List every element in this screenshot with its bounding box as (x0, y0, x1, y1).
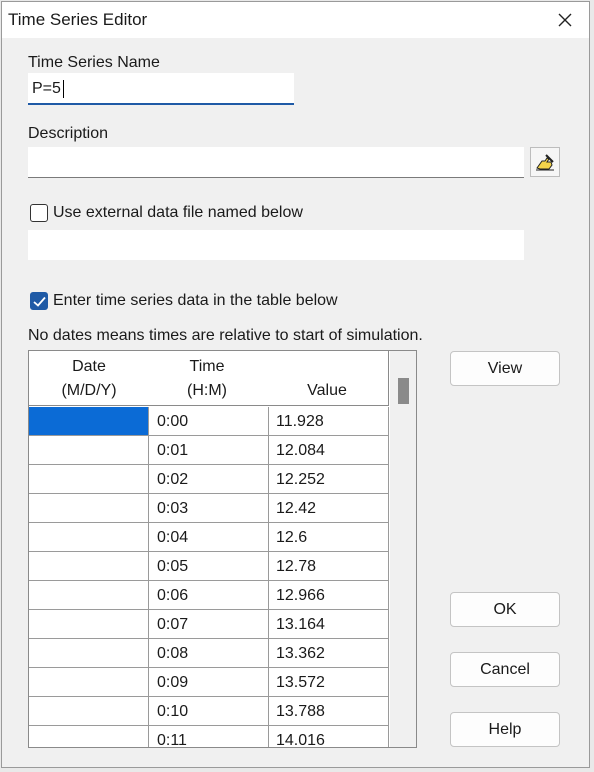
date-cell[interactable] (29, 494, 149, 522)
date-cell[interactable] (29, 552, 149, 580)
hand-pencil-icon (536, 154, 554, 171)
value-cell[interactable]: 12.78 (269, 552, 389, 580)
time-column-header: Time (H:M) (187, 358, 227, 399)
close-button[interactable] (541, 2, 589, 38)
date-cell[interactable] (29, 465, 149, 493)
table-row[interactable]: 0:03 12.42 (29, 494, 389, 523)
description-label: Description (28, 125, 109, 142)
time-series-editor-dialog: Time Series Editor Time Series Name P=5 … (1, 1, 590, 768)
time-cell[interactable]: 0:09 (149, 668, 269, 696)
table-row[interactable]: 0:11 14.016 (29, 726, 389, 747)
date-cell[interactable] (29, 668, 149, 696)
time-cell[interactable]: 0:07 (149, 610, 269, 638)
description-input[interactable] (28, 147, 524, 178)
value-cell[interactable]: 13.164 (269, 610, 389, 638)
table-row[interactable]: 0:02 12.252 (29, 465, 389, 494)
table-vertical-scrollbar[interactable] (390, 351, 416, 747)
value-cell[interactable]: 13.788 (269, 697, 389, 725)
table-header: Date (M/D/Y) Time (H:M) Value (29, 351, 389, 406)
name-label: Time Series Name (28, 54, 160, 71)
checkmark-icon (32, 296, 46, 307)
value-cell[interactable]: 12.966 (269, 581, 389, 609)
date-cell[interactable] (29, 639, 149, 667)
close-icon (558, 13, 572, 27)
table-row[interactable]: 0:00 11.928 (29, 407, 389, 436)
time-cell[interactable]: 0:02 (149, 465, 269, 493)
table-rows: 0:00 11.928 0:01 12.084 0:02 12.252 0:03 12.… (29, 407, 389, 747)
date-cell[interactable] (29, 610, 149, 638)
table-mode-checkbox[interactable] (30, 292, 48, 310)
time-cell[interactable]: 0:04 (149, 523, 269, 551)
time-cell[interactable]: 0:11 (149, 726, 269, 747)
name-input[interactable]: P=5 (28, 73, 294, 105)
date-cell[interactable] (29, 697, 149, 725)
table-row[interactable]: 0:05 12.78 (29, 552, 389, 581)
date-cell[interactable] (29, 581, 149, 609)
time-series-table[interactable]: Date (M/D/Y) Time (H:M) Value 0:00 11.928… (28, 350, 417, 748)
time-cell[interactable]: 0:00 (149, 407, 269, 435)
external-file-input[interactable] (28, 230, 524, 260)
relative-times-note: No dates means times are relative to sta… (28, 327, 423, 344)
value-cell[interactable]: 12.252 (269, 465, 389, 493)
value-cell[interactable]: 14.016 (269, 726, 389, 747)
help-button[interactable]: Help (450, 712, 560, 747)
time-cell[interactable]: 0:08 (149, 639, 269, 667)
scrollbar-thumb[interactable] (398, 378, 409, 404)
time-cell[interactable]: 0:10 (149, 697, 269, 725)
time-cell[interactable]: 0:06 (149, 581, 269, 609)
date-cell[interactable] (29, 407, 149, 435)
view-button[interactable]: View (450, 351, 560, 386)
table-row[interactable]: 0:06 12.966 (29, 581, 389, 610)
date-cell[interactable] (29, 436, 149, 464)
external-file-label[interactable]: Use external data file named below (53, 204, 303, 222)
table-mode-label[interactable]: Enter time series data in the table belo… (53, 292, 338, 310)
edit-description-button[interactable] (530, 147, 560, 177)
cancel-button[interactable]: Cancel (450, 652, 560, 687)
time-cell[interactable]: 0:01 (149, 436, 269, 464)
window-title: Time Series Editor (8, 10, 148, 29)
value-cell[interactable]: 13.362 (269, 639, 389, 667)
value-cell[interactable]: 11.928 (269, 407, 389, 435)
value-cell[interactable]: 12.084 (269, 436, 389, 464)
title-bar: Time Series Editor (2, 2, 589, 38)
date-column-header: Date (M/D/Y) (61, 358, 117, 399)
text-caret (63, 80, 64, 98)
table-row[interactable]: 0:07 13.164 (29, 610, 389, 639)
table-row[interactable]: 0:01 12.084 (29, 436, 389, 465)
time-cell[interactable]: 0:05 (149, 552, 269, 580)
date-cell[interactable] (29, 523, 149, 551)
ok-button[interactable]: OK (450, 592, 560, 627)
value-column-header: Value (307, 382, 347, 399)
external-file-checkbox[interactable] (30, 204, 48, 222)
time-cell[interactable]: 0:03 (149, 494, 269, 522)
date-cell[interactable] (29, 726, 149, 747)
value-cell[interactable]: 13.572 (269, 668, 389, 696)
table-row[interactable]: 0:10 13.788 (29, 697, 389, 726)
table-row[interactable]: 0:08 13.362 (29, 639, 389, 668)
value-cell[interactable]: 12.6 (269, 523, 389, 551)
table-row[interactable]: 0:04 12.6 (29, 523, 389, 552)
value-cell[interactable]: 12.42 (269, 494, 389, 522)
table-row[interactable]: 0:09 13.572 (29, 668, 389, 697)
